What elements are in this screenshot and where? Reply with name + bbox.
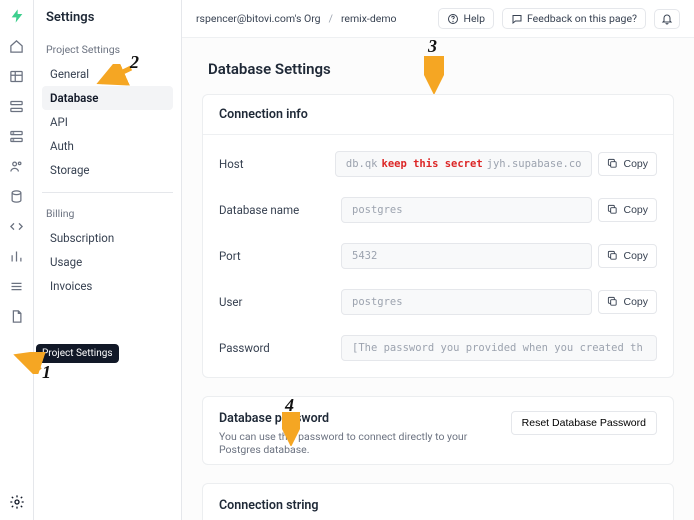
auth-icon[interactable] [9, 98, 25, 114]
db-password-desc: You can use this password to connect dir… [219, 430, 499, 456]
db-password-title: Database password [219, 411, 501, 426]
copy-user-button[interactable]: Copy [598, 290, 657, 314]
main-content: rspencer@bitovi.com's Org / remix-demo H… [182, 0, 694, 520]
icon-rail [0, 0, 34, 520]
copy-port-button[interactable]: Copy [598, 244, 657, 268]
code-icon[interactable] [9, 218, 25, 234]
chat-icon [511, 13, 523, 25]
sidebar-item-usage[interactable]: Usage [42, 250, 173, 274]
sidebar-item-general[interactable]: General [42, 62, 173, 86]
storage-icon[interactable] [9, 128, 25, 144]
port-label: Port [219, 249, 329, 263]
settings-tooltip: Project Settings [36, 344, 119, 363]
sidebar-item-auth[interactable]: Auth [42, 134, 173, 158]
connection-string-title: Connection string [203, 484, 673, 517]
list-icon[interactable] [9, 278, 25, 294]
bell-icon [661, 13, 673, 25]
page-title: Database Settings [208, 60, 674, 78]
breadcrumb-project[interactable]: remix-demo [341, 12, 397, 25]
db-password-card: Database password You can use this passw… [202, 396, 674, 465]
logo-icon[interactable] [9, 8, 25, 24]
settings-icon[interactable] [9, 494, 25, 510]
reset-password-button[interactable]: Reset Database Password [511, 411, 657, 435]
port-row: Port 5432 Copy [203, 233, 673, 279]
dbname-value[interactable]: postgres [341, 197, 592, 223]
table-editor-icon[interactable] [9, 68, 25, 84]
feedback-button[interactable]: Feedback on this page? [502, 8, 646, 29]
help-button[interactable]: Help [438, 8, 494, 29]
home-icon[interactable] [9, 38, 25, 54]
topbar: rspencer@bitovi.com's Org / remix-demo H… [182, 0, 694, 38]
user-row: User postgres Copy [203, 279, 673, 325]
port-value[interactable]: 5432 [341, 243, 592, 269]
help-icon [447, 13, 459, 25]
host-row: Host db.qkkeep this secretjyh.supabase.c… [203, 141, 673, 187]
host-value[interactable]: db.qkkeep this secretjyh.supabase.co [335, 151, 593, 177]
host-label: Host [219, 157, 323, 171]
sidebar-title: Settings [42, 10, 173, 25]
reports-icon[interactable] [9, 248, 25, 264]
copy-host-button[interactable]: Copy [598, 152, 657, 176]
copy-icon [607, 296, 619, 308]
sidebar-item-subscription[interactable]: Subscription [42, 226, 173, 250]
connection-info-title: Connection info [203, 95, 673, 135]
password-row: Password [The password you provided when… [203, 325, 673, 371]
sidebar-item-api[interactable]: API [42, 110, 173, 134]
dbname-row: Database name postgres Copy [203, 187, 673, 233]
database-icon[interactable] [9, 188, 25, 204]
sidebar-group-billing: Billing [42, 203, 173, 226]
dbname-label: Database name [219, 203, 329, 217]
copy-icon [607, 204, 619, 216]
connection-string-card: Connection string PSQL URI Golang JDBC .… [202, 483, 674, 520]
sidebar-group-project: Project Settings [42, 39, 173, 62]
copy-icon [607, 158, 619, 170]
sidebar-item-storage[interactable]: Storage [42, 158, 173, 182]
copy-icon [607, 250, 619, 262]
user-value[interactable]: postgres [341, 289, 592, 315]
notifications-button[interactable] [654, 9, 680, 29]
breadcrumb-org[interactable]: rspencer@bitovi.com's Org [196, 12, 321, 25]
user-label: User [219, 295, 329, 309]
sidebar-item-invoices[interactable]: Invoices [42, 274, 173, 298]
copy-dbname-button[interactable]: Copy [598, 198, 657, 222]
connection-info-card: Connection info Host db.qkkeep this secr… [202, 94, 674, 378]
users-icon[interactable] [9, 158, 25, 174]
docs-icon[interactable] [9, 308, 25, 324]
password-label: Password [219, 341, 329, 355]
settings-sidebar: Settings Project Settings General Databa… [34, 0, 182, 520]
breadcrumb-sep: / [329, 12, 333, 25]
password-value[interactable]: [The password you provided when you crea… [341, 335, 657, 361]
sidebar-item-database[interactable]: Database [42, 86, 173, 110]
